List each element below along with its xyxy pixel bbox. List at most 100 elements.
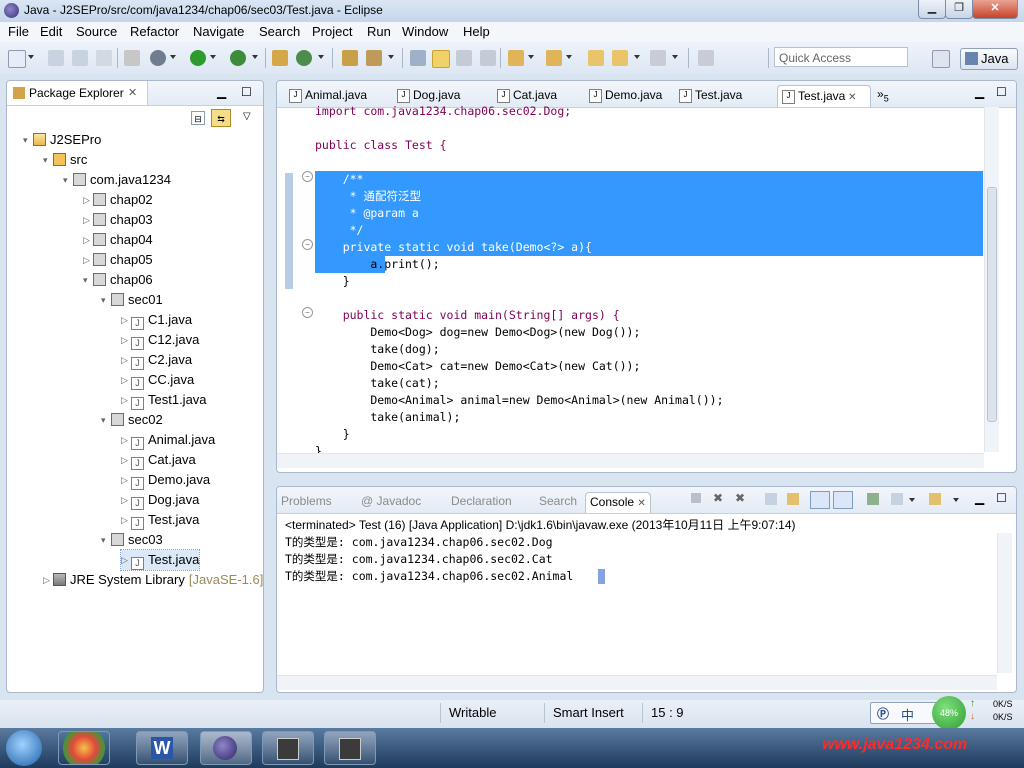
tree-item[interactable]: ▷ J Test.java: [119, 549, 201, 571]
tree-item[interactable]: ▷ chap05: [83, 250, 153, 270]
remove-launch-icon[interactable]: ✖: [713, 491, 723, 505]
tree-item[interactable]: ▾ sec02: [101, 410, 163, 430]
tree-item[interactable]: ▷ J Dog.java: [121, 490, 199, 510]
menu-run[interactable]: Run: [367, 24, 391, 39]
collapsed-arrow-icon[interactable]: ▷: [83, 230, 93, 250]
fold-icon[interactable]: −: [302, 171, 313, 182]
word-taskbar-button[interactable]: W: [136, 731, 188, 765]
previous-annotation-icon[interactable]: [546, 50, 562, 66]
close-icon[interactable]: ✕: [128, 81, 137, 105]
open-perspective-icon[interactable]: [932, 50, 950, 68]
close-button[interactable]: ✕: [972, 0, 1018, 19]
open-console-icon[interactable]: [929, 493, 941, 505]
tree-item[interactable]: ▷ J Cat.java: [121, 450, 196, 470]
display-selected-console-icon[interactable]: [891, 493, 903, 505]
terminate-icon[interactable]: [691, 493, 701, 503]
eclipse-taskbar-button[interactable]: [200, 731, 252, 765]
tab-console[interactable]: Console ✕: [585, 492, 651, 513]
forward-dropdown-icon[interactable]: [672, 55, 678, 59]
debug-settings-icon[interactable]: [150, 50, 166, 66]
minimize-editor-icon[interactable]: ▁: [975, 85, 984, 99]
ime-mode[interactable]: 中: [901, 705, 914, 724]
last-edit-location-icon[interactable]: [588, 50, 604, 66]
scroll-lock-icon[interactable]: [787, 493, 799, 505]
debug-dropdown-icon[interactable]: [170, 55, 176, 59]
minimize-view-icon[interactable]: ▁: [217, 85, 226, 99]
menu-refactor[interactable]: Refactor: [130, 24, 179, 39]
tab-javadoc[interactable]: @ Javadoc: [361, 492, 421, 510]
save-all-icon[interactable]: [72, 50, 88, 66]
expanded-arrow-icon[interactable]: ▾: [23, 130, 33, 150]
forward-icon[interactable]: [650, 50, 666, 66]
run-dropdown-icon[interactable]: [210, 55, 216, 59]
back-dropdown-icon[interactable]: [634, 55, 640, 59]
block-selection-icon[interactable]: [456, 50, 472, 66]
tab-declaration[interactable]: Declaration: [451, 492, 512, 510]
menu-file[interactable]: File: [8, 24, 29, 39]
save-icon[interactable]: [48, 50, 64, 66]
collapsed-arrow-icon[interactable]: ▷: [121, 430, 131, 450]
show-on-stdout-icon[interactable]: [810, 491, 830, 509]
window-title-bar[interactable]: Java - J2SEPro/src/com/java1234/chap06/s…: [0, 0, 1024, 22]
new-dropdown-icon[interactable]: [28, 55, 34, 59]
tree-item[interactable]: ▷ JRE System Library [JavaSE-1.6]: [43, 570, 263, 590]
new-class-dropdown-icon[interactable]: [318, 55, 324, 59]
tree-item[interactable]: ▷ chap02: [83, 190, 153, 210]
display-console-dropdown-icon[interactable]: [909, 498, 915, 502]
expanded-arrow-icon[interactable]: ▾: [43, 150, 53, 170]
link-with-editor-icon[interactable]: ⇆: [211, 109, 231, 127]
open-console-dropdown-icon[interactable]: [953, 498, 959, 502]
pin-console-icon[interactable]: [867, 493, 879, 505]
editor-tab[interactable]: J Test.java ✕: [777, 85, 871, 107]
show-whitespace-icon[interactable]: [480, 50, 496, 66]
menu-source[interactable]: Source: [76, 24, 117, 39]
expanded-arrow-icon[interactable]: ▾: [63, 170, 73, 190]
search-dropdown-icon[interactable]: [388, 55, 394, 59]
tree-item[interactable]: ▾ sec03: [101, 530, 163, 550]
expanded-arrow-icon[interactable]: ▾: [101, 290, 111, 310]
new-icon[interactable]: [8, 50, 26, 68]
minimize-button[interactable]: ▁: [918, 0, 946, 19]
expanded-arrow-icon[interactable]: ▾: [101, 530, 111, 550]
next-annotation-icon[interactable]: [508, 50, 524, 66]
collapsed-arrow-icon[interactable]: ▷: [121, 370, 131, 390]
clear-console-icon[interactable]: [765, 493, 777, 505]
run-external-icon[interactable]: [230, 50, 246, 66]
menu-window[interactable]: Window: [402, 24, 448, 39]
app-taskbar-button[interactable]: [324, 731, 376, 765]
collapse-all-icon[interactable]: ⊟: [191, 111, 205, 125]
tree-item[interactable]: ▷ J C1.java: [121, 310, 192, 330]
tab-search[interactable]: Search: [539, 492, 577, 510]
menu-edit[interactable]: Edit: [40, 24, 62, 39]
expanded-arrow-icon[interactable]: ▾: [83, 270, 93, 290]
maximize-editor-icon[interactable]: ☐: [996, 85, 1007, 99]
collapsed-arrow-icon[interactable]: ▷: [121, 550, 131, 570]
java-perspective-button[interactable]: Java: [960, 48, 1018, 70]
tree-item[interactable]: ▷ J Test.java: [121, 510, 199, 530]
menu-search[interactable]: Search: [259, 24, 300, 39]
tree-item[interactable]: ▷ chap04: [83, 230, 153, 250]
tree-item[interactable]: ▷ J C2.java: [121, 350, 192, 370]
start-button-icon[interactable]: [6, 730, 42, 766]
remove-all-launches-icon[interactable]: ✖: [735, 491, 745, 505]
menu-project[interactable]: Project: [312, 24, 352, 39]
tree-item[interactable]: ▾ sec01: [101, 290, 163, 310]
tree-item[interactable]: ▾ chap06: [83, 270, 153, 290]
next-annotation-dropdown-icon[interactable]: [528, 55, 534, 59]
editor-tab-overflow[interactable]: »5: [877, 87, 889, 103]
minimize-console-icon[interactable]: ▁: [975, 491, 984, 505]
collapsed-arrow-icon[interactable]: ▷: [121, 510, 131, 530]
editor-horizontal-scrollbar[interactable]: [277, 453, 984, 468]
tree-item[interactable]: ▷ J C12.java: [121, 330, 199, 350]
fold-icon[interactable]: −: [302, 239, 313, 250]
toggle-mark-occurrences-icon[interactable]: [432, 50, 450, 68]
collapsed-arrow-icon[interactable]: ▷: [43, 570, 53, 590]
show-on-stderr-icon[interactable]: [833, 491, 853, 509]
editor-tab[interactable]: J Demo.java: [585, 85, 667, 107]
editor-scroll-thumb[interactable]: [987, 187, 997, 422]
collapsed-arrow-icon[interactable]: ▷: [121, 310, 131, 330]
tree-item[interactable]: ▷ J Animal.java: [121, 430, 215, 450]
editor-vertical-scrollbar[interactable]: [984, 107, 999, 452]
fold-icon[interactable]: −: [302, 307, 313, 318]
new-java-class-icon[interactable]: [296, 50, 312, 66]
